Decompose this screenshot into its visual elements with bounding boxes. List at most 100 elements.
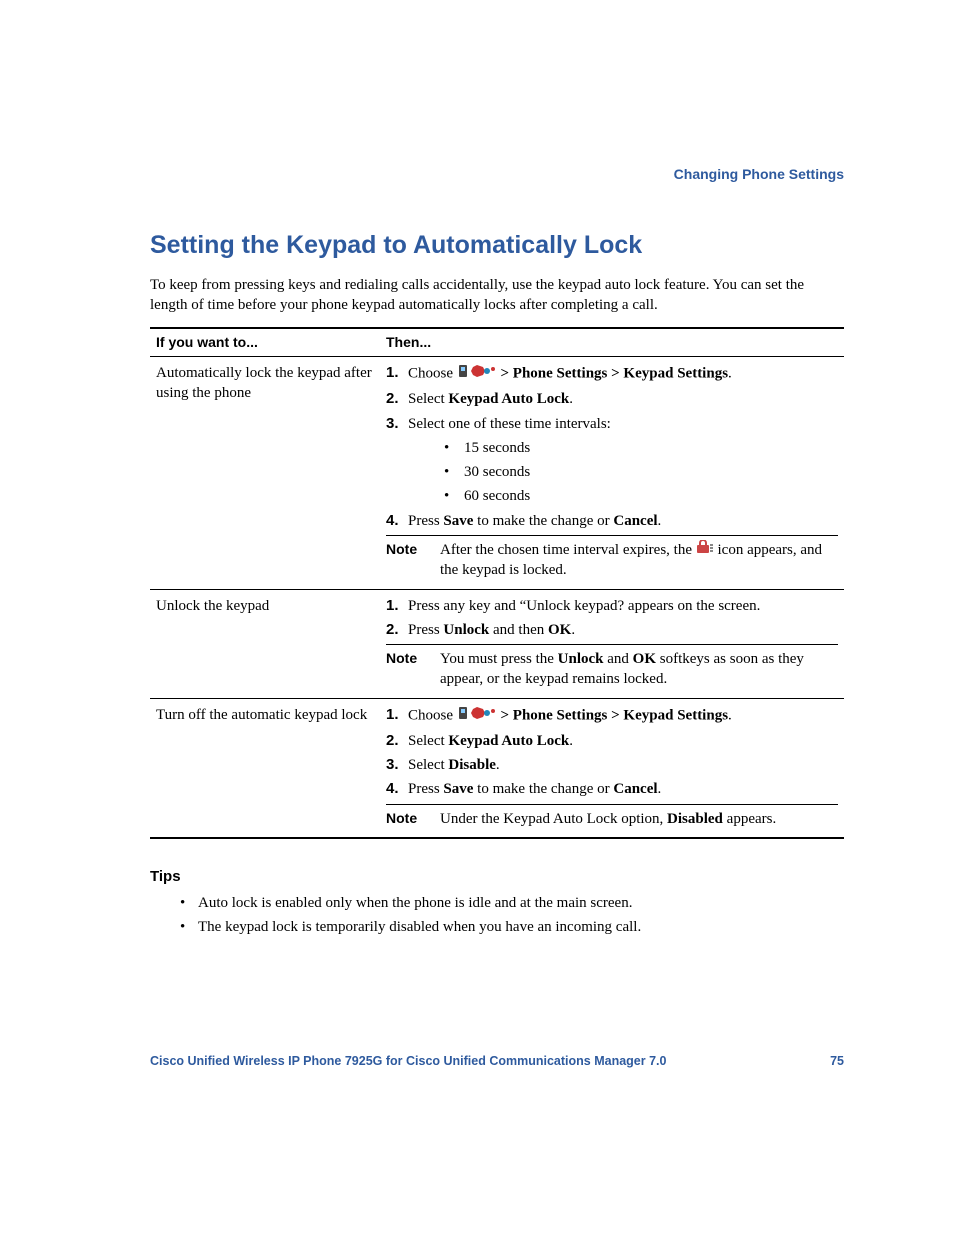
document-page: Changing Phone Settings Setting the Keyp… [0,0,954,1235]
step-text: . [658,513,662,529]
step-text: Press [408,622,443,638]
step-number: 2. [386,620,408,640]
step-bold: Cancel [613,781,657,797]
step-bold: > Phone Settings > Keypad Settings [501,366,729,382]
bullet-icon: • [444,438,464,458]
note-text: and [604,651,633,667]
step-bold: Keypad Auto Lock [448,733,569,749]
note-label: Note [386,649,440,690]
step: 2. Press Unlock and then OK. [386,620,838,640]
step: 1. Press any key and “Unlock keypad? app… [386,596,838,616]
step-text: . [496,757,500,773]
step-number: 3. [386,755,408,775]
footer-page-number: 75 [830,1053,844,1070]
list-item: •15 seconds [444,438,838,458]
then-cell: 1. Choose [380,698,844,838]
step-text: Choose [408,366,457,382]
step-number: 2. [386,389,408,409]
bullet-icon: • [180,917,198,937]
tip-text: The keypad lock is temporarily disabled … [198,917,641,937]
table-header-then: Then... [380,328,844,356]
step: 3. Select one of these time intervals: [386,414,838,434]
step: 2. Select Keypad Auto Lock. [386,389,838,409]
note-text: Under the Keypad Auto Lock option, [440,811,667,827]
note-bold: OK [633,651,656,667]
tips-heading: Tips [150,867,844,887]
note-block: Note Under the Keypad Auto Lock option, … [386,804,838,829]
then-cell: 1. Choose [380,357,844,590]
lock-icon [696,540,714,560]
step: 2. Select Keypad Auto Lock. [386,731,838,751]
if-cell: Unlock the keypad [150,589,380,698]
step-text: Select [408,733,448,749]
note-text: appears. [723,811,776,827]
step-text: . [728,366,732,382]
step-bold: Save [443,513,473,529]
note-label: Note [386,540,440,581]
intro-paragraph: To keep from pressing keys and redialing… [150,275,844,316]
step-number: 2. [386,731,408,751]
step-bold: OK [548,622,571,638]
step: 3. Select Disable. [386,755,838,775]
step-text: Select [408,757,448,773]
table-row: Turn off the automatic keypad lock 1. Ch… [150,698,844,838]
step: 4. Press Save to make the change or Canc… [386,779,838,799]
bullet-icon: • [180,893,198,913]
step-text: . [571,622,575,638]
note-block: Note You must press the Unlock and OK so… [386,644,838,690]
list-item: •Auto lock is enabled only when the phon… [180,893,844,913]
step-number: 1. [386,705,408,727]
step-text: . [569,391,573,407]
step-text: Press [408,513,443,529]
if-cell: Turn off the automatic keypad lock [150,698,380,838]
tip-text: Auto lock is enabled only when the phone… [198,893,632,913]
step: 4. Press Save to make the change or Canc… [386,511,838,531]
step-text: to make the change or [473,781,613,797]
bullet-text: 30 seconds [464,462,530,482]
table-row: Automatically lock the keypad after usin… [150,357,844,590]
step-bold: Disable [448,757,496,773]
note-bold: Disabled [667,811,723,827]
step-text: Select [408,391,448,407]
note-label: Note [386,809,440,829]
step-bold: Keypad Auto Lock [448,391,569,407]
section-title: Setting the Keypad to Automatically Lock [150,229,844,263]
footer-book-title: Cisco Unified Wireless IP Phone 7925G fo… [150,1053,666,1070]
step: 1. Choose [386,705,838,727]
then-cell: 1. Press any key and “Unlock keypad? app… [380,589,844,698]
instruction-table: If you want to... Then... Automatically … [150,327,844,839]
step-number: 1. [386,363,408,385]
bullet-text: 60 seconds [464,486,530,506]
note-text: You must press the [440,651,558,667]
table-header-if: If you want to... [150,328,380,356]
settings-icon [457,705,497,727]
step-text: Select one of these time intervals: [408,414,838,434]
step-text: . [658,781,662,797]
step-text: to make the change or [473,513,613,529]
step-text: . [569,733,573,749]
step-text: . [728,707,732,723]
step-number: 4. [386,511,408,531]
bullet-icon: • [444,462,464,482]
if-cell: Automatically lock the keypad after usin… [150,357,380,590]
list-item: •60 seconds [444,486,838,506]
step-number: 4. [386,779,408,799]
step-bold: Cancel [613,513,657,529]
step-number: 3. [386,414,408,434]
table-row: Unlock the keypad 1. Press any key and “… [150,589,844,698]
step-bold: > Phone Settings > Keypad Settings [501,707,729,723]
step-number: 1. [386,596,408,616]
step-text: Press any key and “Unlock keypad? appear… [408,596,838,616]
bullet-text: 15 seconds [464,438,530,458]
step-text: and then [489,622,548,638]
page-footer: Cisco Unified Wireless IP Phone 7925G fo… [150,1053,844,1070]
step-text: Press [408,781,443,797]
list-item: •30 seconds [444,462,838,482]
note-text: After the chosen time interval expires, … [440,542,696,558]
step: 1. Choose [386,363,838,385]
settings-icon [457,363,497,385]
step-bold: Unlock [443,622,489,638]
list-item: •The keypad lock is temporarily disabled… [180,917,844,937]
note-bold: Unlock [558,651,604,667]
chapter-link: Changing Phone Settings [150,165,844,184]
